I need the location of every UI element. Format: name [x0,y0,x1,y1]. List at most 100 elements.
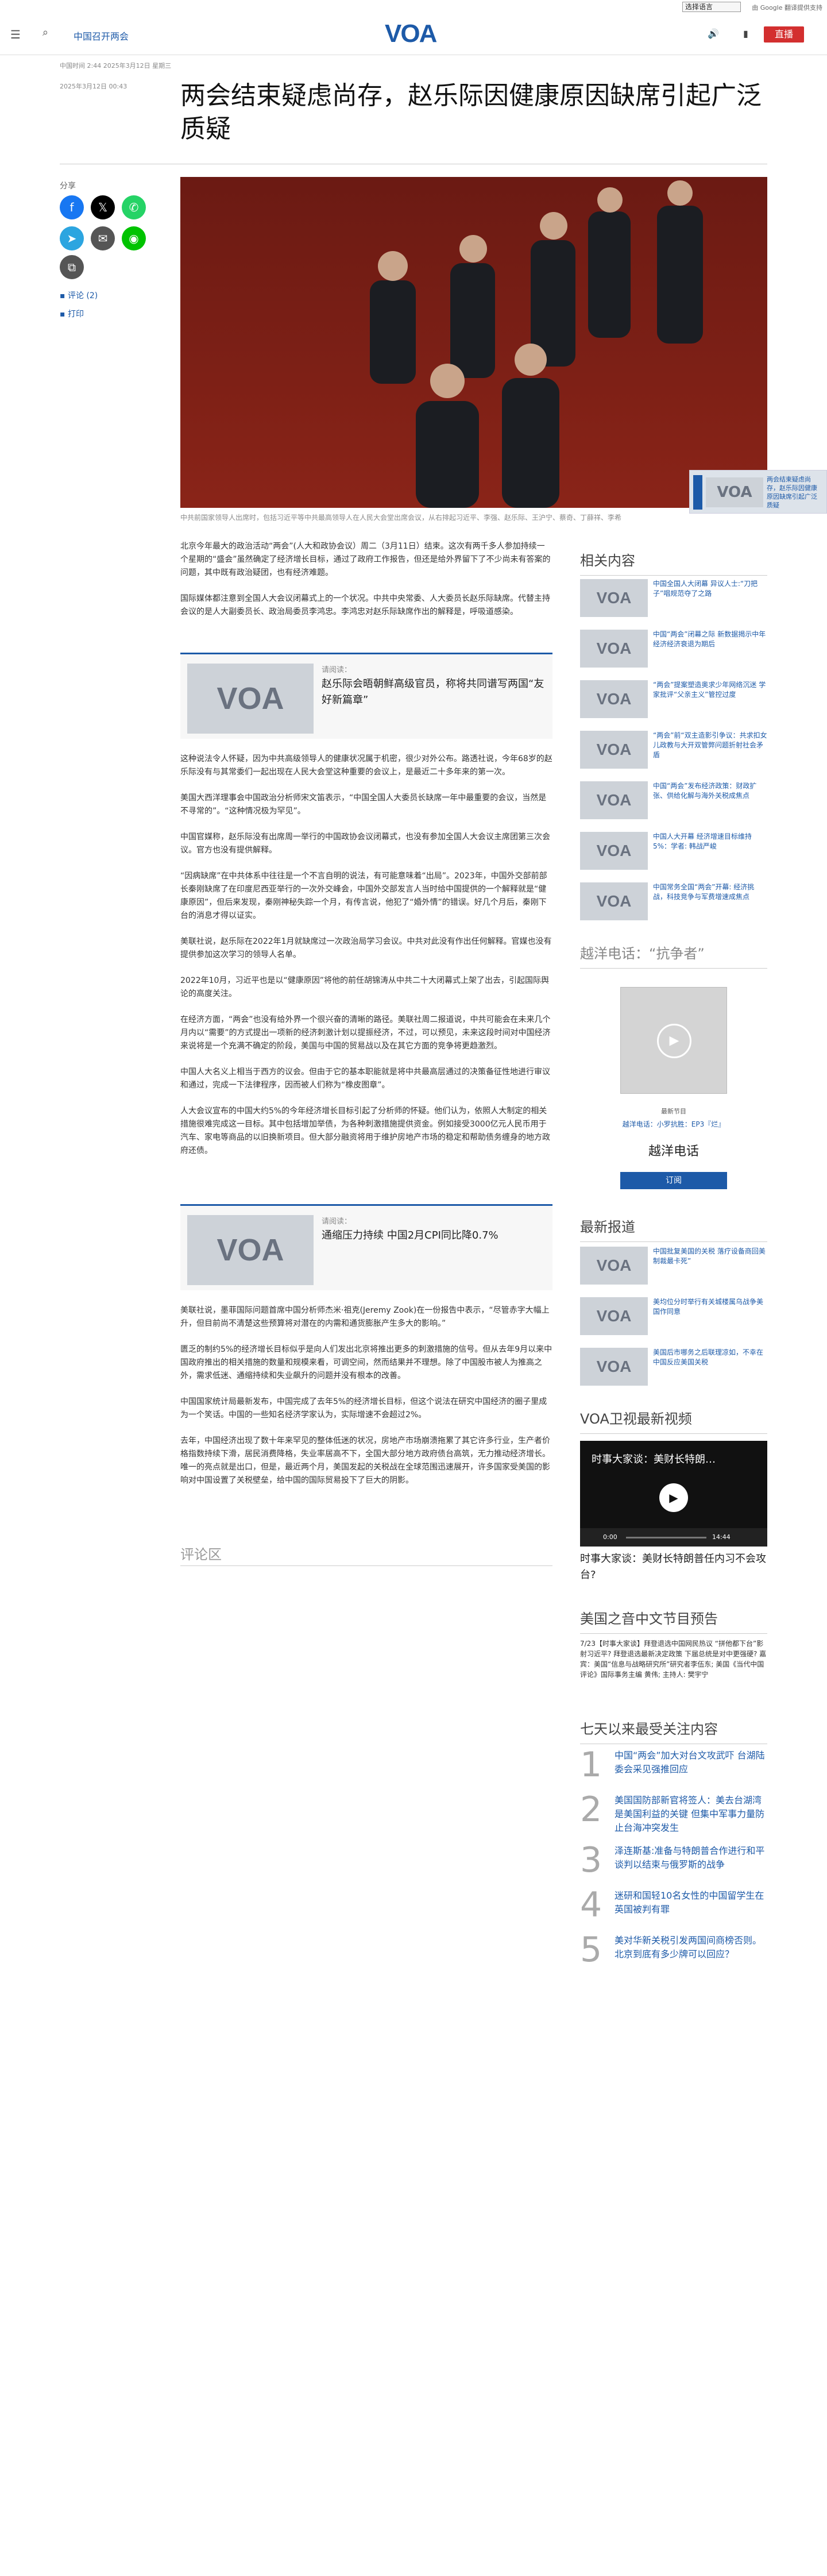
audio-heading: 美国之音中文节目预告 [580,1607,767,1634]
float-accent [693,475,702,510]
article-body-1: 北京今年最大的政治活动“两会”(人大和政协会议）周二（3月11日）结束。这次有两… [180,540,552,631]
podcast-heading[interactable]: 越洋电话：“抗争者” [580,942,767,969]
play-icon: ▶ [657,1024,691,1058]
sidebar-related-item[interactable]: VOA 中国全国人大闭幕 异议人士:“刀把子”唱规范夺了之路 [580,579,767,622]
sidebar-latest-item[interactable]: VOA 中国批复美国的关税 落疗设备商回美制裁最卡死” [580,1247,767,1289]
related-heading: 相关内容 [580,549,767,576]
image-caption: 中共前国家领导人出席时，包括习近平等中共最高领导人在人民大会堂出席会议，从右排起… [180,514,622,522]
video-player[interactable]: 时事大家谈：美财长特朗… ▶ 0:00 14:44 [580,1441,767,1547]
paragraph: “因病缺席”在中共体系中往往是一个不言自明的说法，有可能意味着“出局”。2023… [180,871,547,920]
video-caption[interactable]: 时事大家谈：美财长特朗普任内习不会攻台? [580,1551,767,1583]
paragraph: 中国官媒称，赵乐际没有出席周一举行的中国政协会议闭幕式，也没有参加全国人大会议主… [180,832,550,855]
podcast-links[interactable]: 越洋电话：小罗抗胜：EP3『烂』 [580,1119,767,1129]
article-body-2: 这种说法令人怀疑，因为中共高级领导人的健康状况属于机密，很少对外公布。路透社说，… [180,753,552,1170]
speaker-icon[interactable]: 🔊 [708,28,719,39]
sidebar-related-item[interactable]: VOA “两会”提案塑造奥求少年网络沉迷 学家批评“父亲主义”管控过度 [580,680,767,723]
subscribe-button[interactable]: 订阅 [620,1172,727,1189]
item-title: 中国全国人大闭幕 异议人士:“刀把子”唱规范夺了之路 [653,580,758,597]
video-controls: 0:00 14:44 [580,1528,767,1547]
email-icon[interactable]: ✉ [91,226,115,250]
facebook-icon[interactable]: f [60,195,84,219]
search-icon[interactable]: ⌕ [42,26,48,38]
live-button[interactable]: 直播 [764,26,804,43]
rank: 4 [580,1885,602,1925]
hero-image [180,177,767,508]
paragraph: 这种说法令人怀疑，因为中共高级领导人的健康状况属于机密，很少对外公布。路透社说，… [180,754,552,777]
rank: 2 [580,1790,602,1830]
paragraph: 美联社说，赵乐际在2022年1月就缺席过一次政治局学习会议。中共对此没有作出任何… [180,937,552,959]
related-article-card[interactable]: VOA 请阅读： 通缩压力持续 中国2月CPI同比降0.7% [180,1204,552,1290]
item-title: 中国“两会”发布经济政策：财政扩张、供给化解与海外关税成焦点 [653,782,757,800]
item-title: 中国“两会”加大对台文攻武吓 台湖陆委会采见强推回应 [615,1750,765,1775]
comments-heading: 评论区 [180,1543,552,1566]
thumb: VOA [580,630,648,668]
video-time-current: 0:00 [603,1533,617,1541]
related-article-card[interactable]: VOA 请阅读： 赵乐际会晤朝鲜高级官员，称将共同谱写两国“友好新篇章” [180,653,552,739]
paragraph: 在经济方面，“两会”也没有给外界一个很兴奋的清晰的路径。美联社周二报道说，中共可… [180,1015,551,1051]
float-thumb: VOA [706,477,763,507]
thumb: VOA [580,579,648,617]
video-icon[interactable]: ▮ [743,28,748,39]
voa-logo[interactable]: VOA [385,21,442,47]
item-title: 美国国防部新官将签人：美去台湖湾是美国利益的关键 但集中军事力量防止台海冲突发生 [615,1795,765,1833]
sidebar-related-item[interactable]: VOA 中国常务全国“两会”开幕: 经济挑战，科技竞争与军费增速成焦点 [580,882,767,925]
related-title: 赵乐际会晤朝鲜高级官员，称将共同谱写两国“友好新篇章” [322,678,544,706]
audio-schedule: 7/23【时事大家谈】拜登退选中国网民热议 “拼他都下台”影射习近平? 拜登退选… [580,1640,767,1679]
item-title: “两会”提案塑造奥求少年网络沉迷 学家批评“父亲主义”管控过度 [653,681,766,699]
copy-link-icon[interactable]: ⧉ [60,255,84,279]
updated-date: 中国时间 2:44 2025年3月12日 星期三 [60,62,172,70]
google-translate-credit: 由 Google 翻译提供支持 [752,4,822,11]
popular-item[interactable]: 1 中国“两会”加大对台文攻武吓 台湖陆委会采见强推回应 [580,1746,767,1795]
comment-link[interactable]: ▪ 评论 (2) [60,290,98,301]
video-heading: VOA卫视最新视频 [580,1407,767,1434]
page-title: 两会结束疑虑尚存，赵乐际因健康原因缺席引起广泛质疑 [180,81,762,144]
x-icon[interactable]: 𝕏 [91,195,115,219]
sidebar-related-item[interactable]: VOA 中国人大开幕 经济增速目标维持5%：学者: 韩战严峻 [580,832,767,874]
sidebar-latest-item[interactable]: VOA 美均位分时举行有关城楼属乌战争美国作同意 [580,1297,767,1340]
podcast-cover[interactable]: ▶ [620,987,727,1094]
play-icon[interactable]: ▶ [659,1483,688,1512]
video-overlay-title: 时事大家谈：美财长特朗… [592,1453,716,1466]
latest-heading: 最新报道 [580,1216,767,1242]
item-title: 美均位分时举行有关城楼属乌战争美国作同意 [653,1298,764,1316]
video-progress[interactable] [626,1537,706,1538]
paragraph: 美联社说，墨菲国际问题首席中国分析师杰米·祖克(Jeremy Zook)在一份报… [180,1306,550,1328]
line-icon[interactable]: ◉ [122,226,146,250]
item-title: 泽连斯基:准备与特朗普合作进行和平谈判以结束与俄罗斯的战争 [615,1845,765,1870]
podcast-tag: 最新节目 [661,1108,686,1115]
rank: 1 [580,1745,602,1785]
print-link[interactable]: ▪ 打印 [60,308,84,319]
menu-icon[interactable]: ☰ [10,28,21,41]
item-title: 中国人大开幕 经济增速目标维持5%：学者: 韩战严峻 [653,832,752,850]
popular-item[interactable]: 3 泽连斯基:准备与特朗普合作进行和平谈判以结束与俄罗斯的战争 [580,1842,767,1890]
floating-article-card[interactable]: VOA 两会结束疑虑尚存，赵乐际因健康原因缺席引起广泛质疑 [689,470,827,514]
top-utility-bar: 选择语言 由 Google 翻译提供支持 [0,0,827,14]
print-link-label: 打印 [67,310,84,319]
sidebar-latest-item[interactable]: VOA 美国后市哪务之后联理凉如，不幸在中国反应美国关税 [580,1348,767,1390]
section-label[interactable]: 中国召开两会 [74,29,129,43]
float-title: 两会结束疑虑尚存，赵乐际因健康原因缺席引起广泛质疑 [767,476,817,509]
thumb: VOA [580,832,648,870]
telegram-icon[interactable]: ➤ [60,226,84,250]
share-label: 分享 [60,182,76,191]
popular-item[interactable]: 5 美对华新关税引发两国间商榜否则。北京到底有多少牌可以回应？ [580,1931,767,1980]
related-tag: 请阅读： [322,666,352,674]
item-title: 中国常务全国“两会”开幕: 经济挑战，科技竞争与军费增速成焦点 [653,883,755,901]
item-title: 迷研和国轻10名女性的中国留学生在英国被判有罪 [615,1890,764,1915]
paragraph: 国际媒体都注意到全国人大会议闭幕式上的一个状况。中共中央常委、人大委员长赵乐际缺… [180,594,550,616]
item-title: 美对华新关税引发两国间商榜否则。北京到底有多少牌可以回应？ [615,1935,762,1960]
popular-item[interactable]: 2 美国国防部新官将签人：美去台湖湾是美国利益的关键 但集中军事力量防止台海冲突发… [580,1791,767,1840]
paragraph: 人大会议宣布的中国大约5%的今年经济增长目标引起了分析师的怀疑。他们认为，依照人… [180,1106,550,1155]
language-select[interactable]: 选择语言 [682,2,741,12]
video-time-total: 14:44 [712,1533,731,1541]
popular-item[interactable]: 4 迷研和国轻10名女性的中国留学生在英国被判有罪 [580,1887,767,1935]
sidebar-related-item[interactable]: VOA 中国“两会”闭幕之际 新数据揭示中年经济经济衰退为期后 [580,630,767,672]
thumb: VOA [580,882,648,920]
rank: 5 [580,1930,602,1970]
whatsapp-icon[interactable]: ✆ [122,195,146,219]
sidebar-related-item[interactable]: VOA “两会”前“双主造影引争议：共求扣女儿政教与大开双管弊问题折射社会矛盾 [580,731,767,773]
print-icon: ▪ [60,310,68,319]
rank: 3 [580,1840,602,1880]
sidebar-related-item[interactable]: VOA 中国“两会”发布经济政策：财政扩张、供给化解与海外关税成焦点 [580,781,767,824]
published-date: 2025年3月12日 00:43 [60,83,127,90]
